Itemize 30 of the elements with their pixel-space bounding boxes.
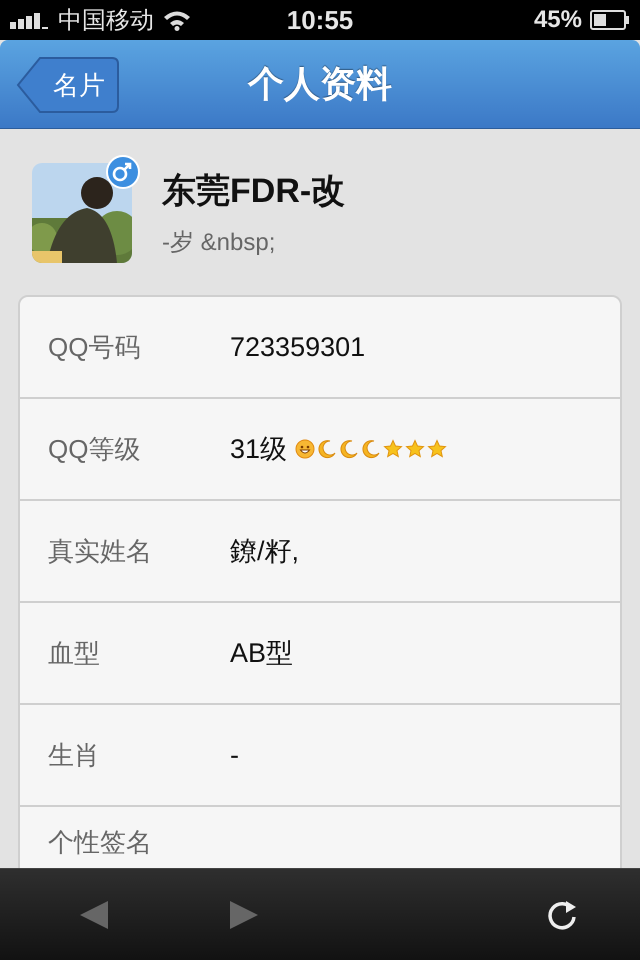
moon-icon xyxy=(361,439,382,459)
wifi-icon xyxy=(162,9,192,31)
carrier-name: 中国移动 xyxy=(58,6,154,36)
back-button[interactable]: 名片 xyxy=(16,56,120,114)
clock-time: 10:55 xyxy=(286,4,354,36)
star-icon xyxy=(427,439,448,459)
page-title: 个人资料 xyxy=(248,62,392,106)
back-arrow-button[interactable] xyxy=(78,899,110,931)
field-value: 鐐/籽, xyxy=(230,535,300,568)
field-value: - xyxy=(230,740,239,770)
sun-face-icon xyxy=(295,439,316,459)
field-label: 真实姓名 xyxy=(48,534,153,568)
profile-age: -岁 &nbsp; xyxy=(162,228,276,258)
field-value: 31级 xyxy=(230,433,288,466)
field-label: QQ号码 xyxy=(48,330,142,364)
forward-arrow-button[interactable] xyxy=(228,899,260,931)
battery-icon xyxy=(590,10,630,30)
moon-icon xyxy=(317,439,338,459)
battery-percentage: 45% xyxy=(534,6,582,34)
signal-icon xyxy=(10,11,50,29)
field-label: 血型 xyxy=(48,636,101,670)
field-label: 个性签名 xyxy=(48,826,153,859)
field-label: 生肖 xyxy=(48,738,101,772)
star-icon xyxy=(405,439,426,459)
field-value: 723359301 xyxy=(230,332,366,362)
profile-name: 东莞FDR-改 xyxy=(162,171,346,212)
field-label: QQ等级 xyxy=(48,432,142,466)
star-icon xyxy=(383,439,404,459)
field-value: AB型 xyxy=(230,637,294,670)
moon-icon xyxy=(339,439,360,459)
